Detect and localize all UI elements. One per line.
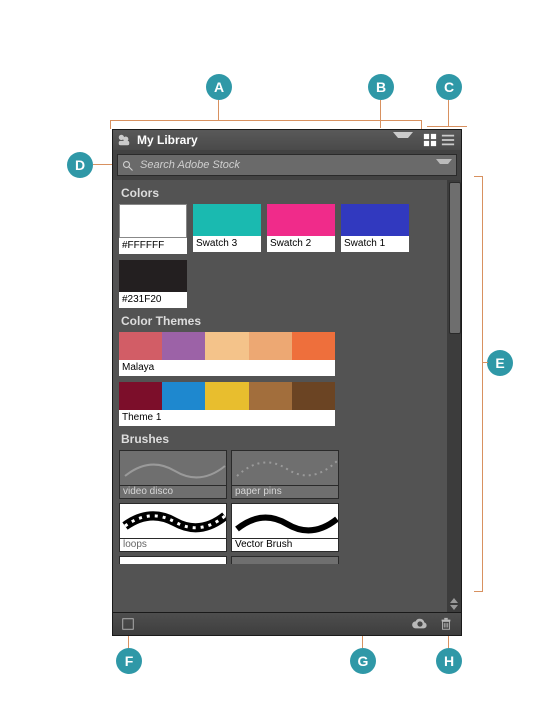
callout-b: B xyxy=(368,74,394,100)
color-swatch[interactable]: Swatch 3 xyxy=(193,204,261,254)
library-content: Colors #FFFFFF Swatch 3 Swatch 2 Swatch … xyxy=(113,180,461,612)
connector xyxy=(427,126,467,128)
brush-item[interactable]: loops xyxy=(119,503,227,552)
connector xyxy=(474,176,483,592)
connector xyxy=(482,362,488,364)
search-dropdown-icon[interactable] xyxy=(436,159,452,172)
brush-item[interactable]: paper pins xyxy=(231,450,339,499)
callout-f: F xyxy=(116,648,142,674)
brush-item[interactable]: Vector Brush xyxy=(231,503,339,552)
callout-c: C xyxy=(436,74,462,100)
section-brushes-title: Brushes xyxy=(119,426,441,450)
connector xyxy=(448,100,450,126)
color-swatch[interactable]: Swatch 2 xyxy=(267,204,335,254)
search-icon xyxy=(122,159,134,171)
section-colors-title: Colors xyxy=(119,180,441,204)
collaborate-icon xyxy=(117,133,131,147)
search-input[interactable] xyxy=(138,158,436,172)
connector xyxy=(93,164,112,166)
brushes-grid: video disco paper pins loops Vector Brus… xyxy=(119,450,441,564)
callout-e: E xyxy=(487,350,513,376)
brush-item[interactable] xyxy=(119,556,227,564)
connector xyxy=(380,100,382,128)
cloud-sync-icon[interactable] xyxy=(411,615,429,633)
color-swatch[interactable]: #FFFFFF xyxy=(119,204,187,254)
connector xyxy=(110,120,422,129)
scroll-up-icon[interactable] xyxy=(450,598,458,603)
grid-view-button[interactable] xyxy=(421,131,439,149)
search-row xyxy=(117,154,457,176)
chevron-down-icon xyxy=(393,132,413,148)
panel-footer xyxy=(113,612,461,635)
callout-h: H xyxy=(436,648,462,674)
brush-item[interactable]: video disco xyxy=(119,450,227,499)
list-view-button[interactable] xyxy=(439,131,457,149)
brush-item[interactable] xyxy=(231,556,339,564)
scroll-down-icon[interactable] xyxy=(450,605,458,610)
color-swatch[interactable]: Swatch 1 xyxy=(341,204,409,254)
section-themes-title: Color Themes xyxy=(119,308,441,332)
connector xyxy=(218,100,220,120)
trash-icon[interactable] xyxy=(437,615,455,633)
callout-a: A xyxy=(206,74,232,100)
colors-grid: #FFFFFF Swatch 3 Swatch 2 Swatch 1 #231F… xyxy=(119,204,441,308)
color-theme[interactable]: Theme 1 xyxy=(119,382,335,426)
libraries-panel: My Library Colors #FFFFFF Swatch 3 Swatc… xyxy=(112,129,462,636)
color-theme[interactable]: Malaya xyxy=(119,332,335,376)
callout-d: D xyxy=(67,152,93,178)
library-title: My Library xyxy=(137,133,393,147)
callout-g: G xyxy=(350,648,376,674)
scrollbar[interactable] xyxy=(447,180,461,612)
add-content-button[interactable] xyxy=(119,615,137,633)
scroll-thumb[interactable] xyxy=(449,182,461,334)
color-swatch[interactable]: #231F20 xyxy=(119,260,187,308)
library-picker[interactable]: My Library xyxy=(113,130,461,150)
